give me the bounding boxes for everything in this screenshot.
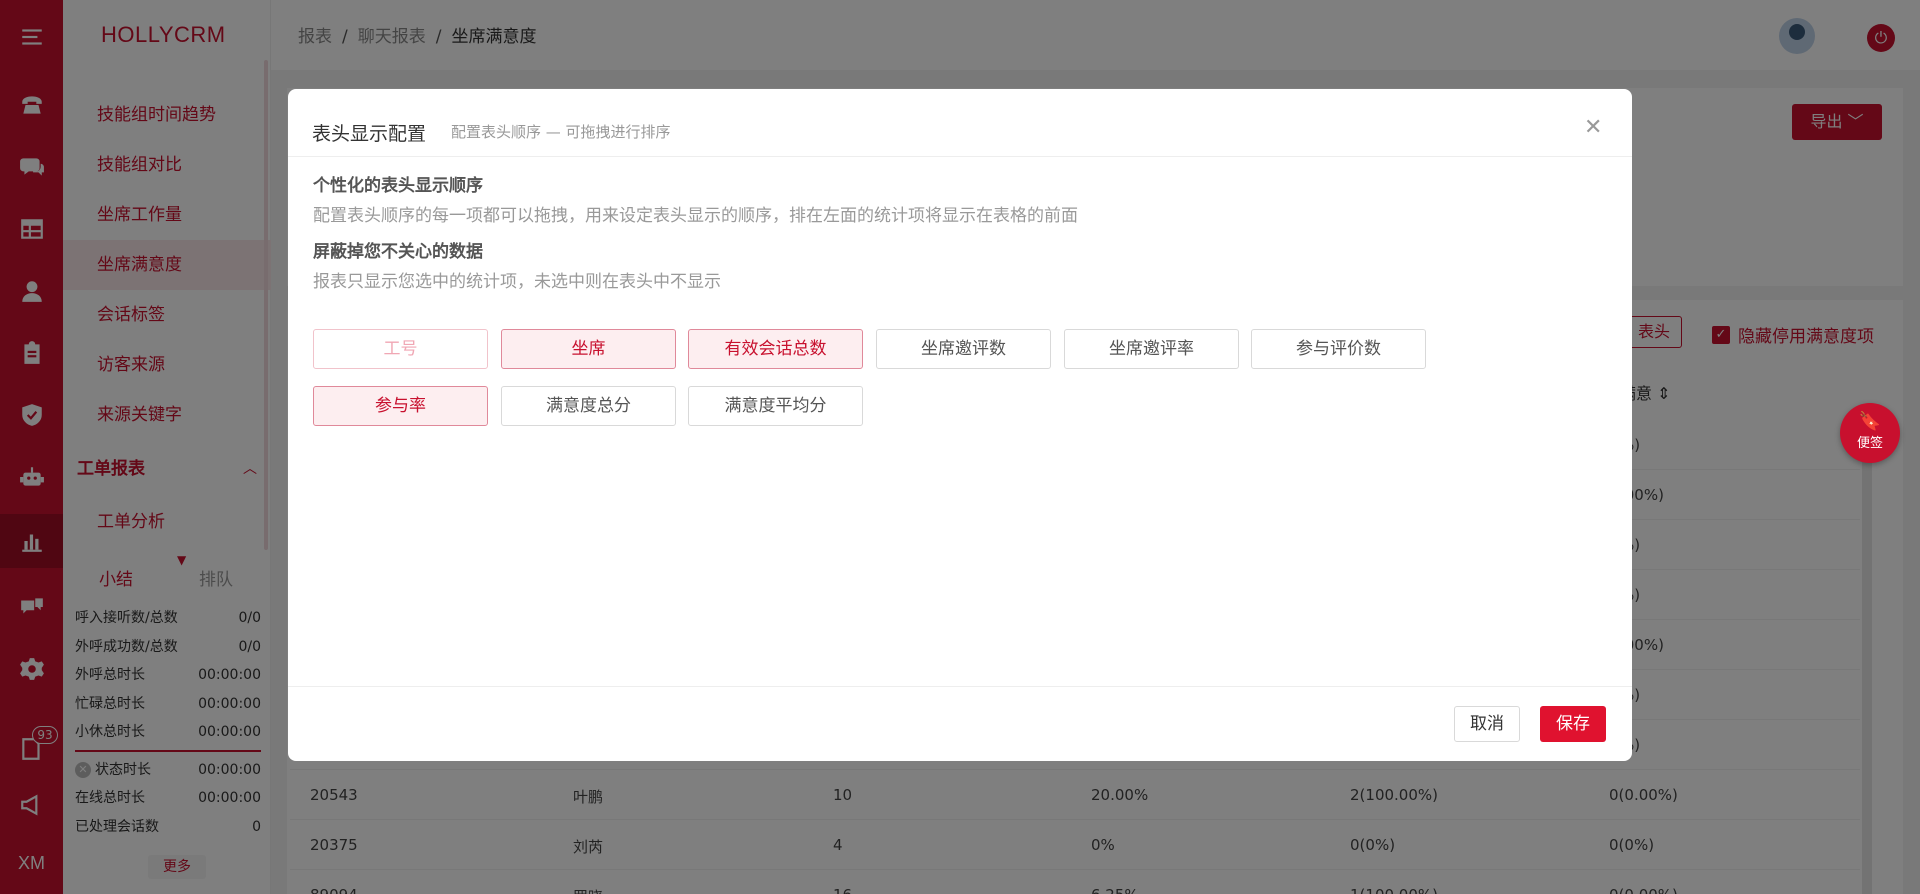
cancel-button[interactable]: 取消 [1454,706,1520,742]
save-button[interactable]: 保存 [1540,706,1606,742]
dialog-footer: 取消 保存 [288,686,1632,761]
header-config-dialog: 表头显示配置 配置表头顺序 — 可拖拽进行排序 ✕ 个性化的表头显示顺序 配置表… [288,89,1632,761]
dialog-header: 表头显示配置 配置表头顺序 — 可拖拽进行排序 ✕ [288,89,1632,157]
chip-invite-count[interactable]: 坐席邀评数 [876,329,1051,369]
notes-button[interactable]: 🔖 便签 [1840,403,1900,463]
section-title-hide: 屏蔽掉您不关心的数据 [313,242,483,262]
dialog-subtitle: 配置表头顺序 — 可拖拽进行排序 [451,123,671,141]
chip-valid-sessions[interactable]: 有效会话总数 [688,329,863,369]
section-desc-hide: 报表只显示您选中的统计项，未选中则在表头中不显示 [313,272,721,292]
chip-rating-count[interactable]: 参与评价数 [1251,329,1426,369]
close-icon[interactable]: ✕ [1584,117,1602,139]
dialog-title: 表头显示配置 [312,123,427,145]
bookmark-icon: 🔖 [1858,411,1882,432]
chip-participation-rate[interactable]: 参与率 [313,386,488,426]
section-desc-order: 配置表头顺序的每一项都可以拖拽，用来设定表头显示的顺序，排在左面的统计项将显示在… [313,206,1078,226]
section-title-order: 个性化的表头显示顺序 [313,176,483,196]
chip-invite-rate[interactable]: 坐席邀评率 [1064,329,1239,369]
chip-agent-id[interactable]: 工号 [313,329,488,369]
chip-satisfaction-total[interactable]: 满意度总分 [501,386,676,426]
chip-satisfaction-average[interactable]: 满意度平均分 [688,386,863,426]
chip-agent[interactable]: 坐席 [501,329,676,369]
